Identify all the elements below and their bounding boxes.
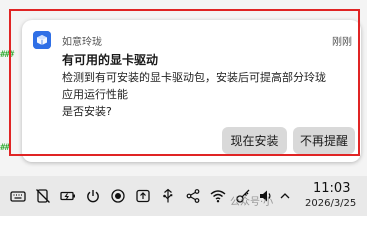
- power-icon[interactable]: [85, 188, 101, 204]
- usb-icon[interactable]: [135, 188, 151, 204]
- edit-off-icon[interactable]: [35, 188, 51, 204]
- keyboard-icon[interactable]: [10, 188, 26, 204]
- highlight-frame: [9, 9, 360, 156]
- watermark-text: 公众号·小: [230, 197, 274, 208]
- record-icon[interactable]: [110, 188, 126, 204]
- clock-date[interactable]: 2026/3/25: [305, 198, 356, 209]
- share-icon[interactable]: [160, 188, 176, 204]
- share-icon[interactable]: [185, 188, 201, 204]
- clock-time[interactable]: 11:03: [313, 181, 350, 196]
- battery-icon[interactable]: [60, 188, 76, 204]
- wifi-icon[interactable]: [210, 188, 226, 204]
- side-marker: ##: [0, 143, 10, 153]
- taskbar: [0, 176, 367, 216]
- chevron-up-icon[interactable]: [277, 188, 293, 204]
